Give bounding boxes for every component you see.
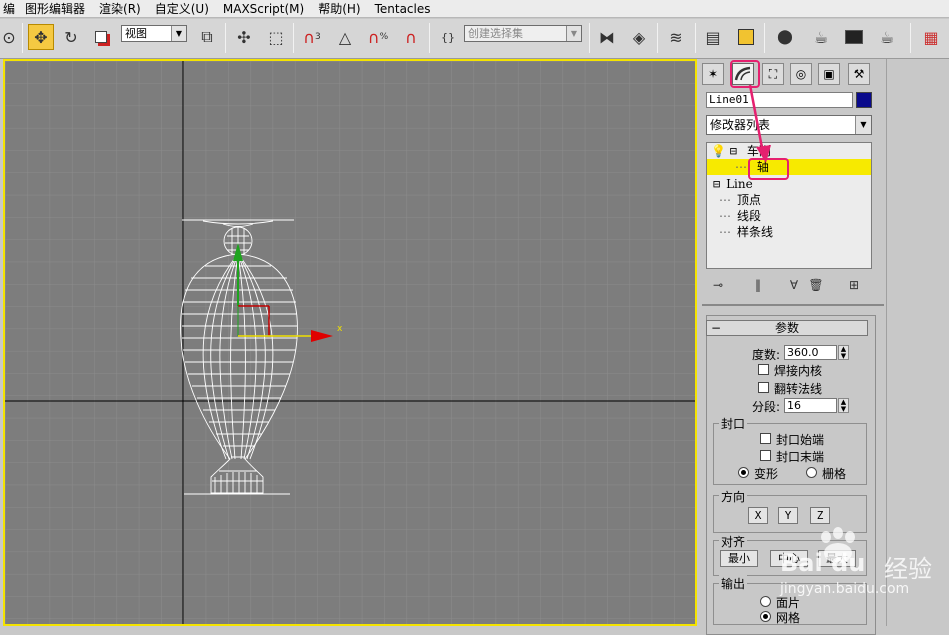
- segments-label: 分段:: [752, 400, 781, 414]
- output-patch-radio[interactable]: [760, 596, 771, 607]
- align-title: 对齐: [719, 533, 748, 550]
- segments-spinner[interactable]: ▲ ▼: [838, 398, 849, 413]
- direction-x-button[interactable]: X: [748, 507, 768, 524]
- morph-radio[interactable]: [738, 467, 749, 478]
- menu-help[interactable]: 帮助(H): [311, 0, 367, 18]
- scale-icon[interactable]: [88, 24, 114, 50]
- degrees-label: 度数:: [752, 348, 781, 362]
- main-toolbar: ⊙ ✥ ↻ 视图 ▼ ⧉ ✣ ⬚ ∩ 3 △ ∩% ∩ {} 创建选择集 ▼ ⧓ ◈ …: [0, 19, 949, 59]
- stack-item-axis[interactable]: ⋯ 轴: [707, 159, 871, 175]
- menu-tentacles[interactable]: Tentacles: [368, 0, 438, 18]
- segments-input[interactable]: 16: [784, 398, 837, 413]
- configure-sets-icon[interactable]: ⊞: [844, 276, 864, 294]
- weld-core-label: 焊接内核: [774, 364, 823, 378]
- direction-y-button[interactable]: Y: [778, 507, 798, 524]
- curve-editor-icon[interactable]: ▤: [700, 24, 726, 50]
- align-icon[interactable]: ◈: [626, 24, 652, 50]
- callout-arrow: [748, 84, 771, 163]
- motion-tab-icon[interactable]: ◎: [790, 63, 812, 85]
- menu-maxscript[interactable]: MAXScript(M): [216, 0, 311, 18]
- reference-coord-dropdown[interactable]: 视图 ▼: [121, 25, 187, 42]
- cap-end-label: 封口末端: [776, 450, 825, 464]
- degrees-spinner[interactable]: ▲ ▼: [838, 345, 849, 360]
- menu-graph-editors[interactable]: 图形编辑器: [18, 0, 92, 18]
- cap-end-checkbox[interactable]: [760, 450, 771, 461]
- menu-customize[interactable]: 自定义(U): [148, 0, 216, 18]
- schematic-view-icon[interactable]: [733, 24, 759, 50]
- direction-z-button[interactable]: Z: [810, 507, 830, 524]
- hierarchy-tab-icon[interactable]: ⛶: [762, 63, 784, 85]
- snap-toggle-icon[interactable]: ∩ 3: [299, 24, 325, 50]
- object-name-field[interactable]: Line01: [706, 92, 853, 108]
- material-editor-icon[interactable]: ⬤: [772, 24, 798, 50]
- flip-normals-checkbox[interactable]: [758, 382, 769, 393]
- grid: [5, 61, 695, 624]
- modifier-list-dropdown[interactable]: 修改器列表 ▼: [706, 115, 872, 135]
- layer-manager-icon[interactable]: ≋: [663, 24, 689, 50]
- rotate-icon[interactable]: ↻: [58, 24, 84, 50]
- select-manipulate-icon[interactable]: ✣: [231, 24, 257, 50]
- utilities-tab-icon[interactable]: ⚒: [848, 63, 870, 85]
- named-selection-dropdown[interactable]: 创建选择集 ▼: [464, 25, 582, 42]
- create-tab-icon[interactable]: ✶: [702, 63, 724, 85]
- select-icon[interactable]: ⊙: [0, 24, 18, 50]
- parameters-rollout-title[interactable]: − 参数: [706, 320, 868, 336]
- align-min-button[interactable]: 最小: [720, 550, 758, 567]
- watermark: Bai du 经验 jingyan.baidu.com: [780, 525, 949, 625]
- weld-core-checkbox[interactable]: [758, 364, 769, 375]
- spinner-snap-icon[interactable]: ∩: [398, 24, 424, 50]
- cap-start-checkbox[interactable]: [760, 433, 771, 444]
- menu-cut[interactable]: 编: [0, 0, 18, 18]
- direction-title: 方向: [719, 488, 748, 505]
- morph-label: 变形: [754, 467, 779, 481]
- stack-item-segment[interactable]: ⋯ 线段: [719, 208, 761, 224]
- extra-tool-icon[interactable]: ▦: [918, 24, 944, 50]
- viewport-canvas: x: [5, 61, 695, 624]
- degrees-input[interactable]: 360.0: [784, 345, 837, 360]
- display-tab-icon[interactable]: ▣: [818, 63, 840, 85]
- stack-toolbar: ⊸ ‖ ∀ 🗑 ⊞: [706, 274, 872, 296]
- watermark-brand: Bai du: [780, 549, 866, 577]
- lightbulb-icon[interactable]: 💡: [711, 144, 726, 158]
- front-viewport[interactable]: x: [3, 59, 697, 626]
- cap-start-label: 封口始端: [776, 433, 825, 447]
- pin-stack-icon[interactable]: ⊸: [708, 276, 728, 294]
- grid-label: 栅格: [822, 467, 847, 481]
- edit-named-selection-icon[interactable]: {}: [435, 24, 461, 50]
- render-setup-icon[interactable]: ☕: [808, 24, 834, 50]
- pivot-center-icon[interactable]: ⧉: [194, 24, 220, 50]
- percent-snap-icon[interactable]: ∩%: [365, 24, 391, 50]
- stack-item-line[interactable]: ⊟ Line: [713, 176, 753, 192]
- remove-modifier-icon[interactable]: 🗑: [806, 276, 826, 294]
- object-color-swatch[interactable]: [856, 92, 872, 108]
- divider: [702, 304, 884, 306]
- capping-title: 封口: [719, 415, 748, 432]
- grid-radio[interactable]: [806, 467, 817, 478]
- menu-rendering[interactable]: 渲染(R): [92, 0, 148, 18]
- flip-normals-label: 翻转法线: [774, 382, 823, 396]
- watermark-suffix: 经验: [884, 555, 932, 583]
- output-title: 输出: [719, 575, 748, 592]
- modifier-stack[interactable]: 💡 ⊟ 车削 ⋯ 轴 ⊟ Line ⋯顶点 ⋯线段 ⋯样条线: [706, 142, 872, 269]
- x-axis-label: x: [337, 324, 343, 334]
- stack-item-vertex[interactable]: ⋯ 顶点: [719, 192, 761, 208]
- render-frame-icon[interactable]: [841, 24, 867, 50]
- mirror-icon[interactable]: ⧓: [594, 24, 620, 50]
- keyboard-shortcut-icon[interactable]: ⬚: [263, 24, 289, 50]
- move-icon[interactable]: ✥: [28, 24, 54, 50]
- quick-render-icon[interactable]: ☕: [874, 24, 900, 50]
- angle-snap-icon[interactable]: △: [332, 24, 358, 50]
- output-mesh-radio[interactable]: [760, 611, 771, 622]
- make-unique-icon[interactable]: ∀: [784, 276, 804, 294]
- menu-bar: 编 图形编辑器 渲染(R) 自定义(U) MAXScript(M) 帮助(H) …: [0, 0, 949, 18]
- show-end-result-icon[interactable]: ‖: [748, 276, 768, 294]
- watermark-url: jingyan.baidu.com: [780, 581, 910, 597]
- stack-item-spline[interactable]: ⋯ 样条线: [719, 224, 773, 240]
